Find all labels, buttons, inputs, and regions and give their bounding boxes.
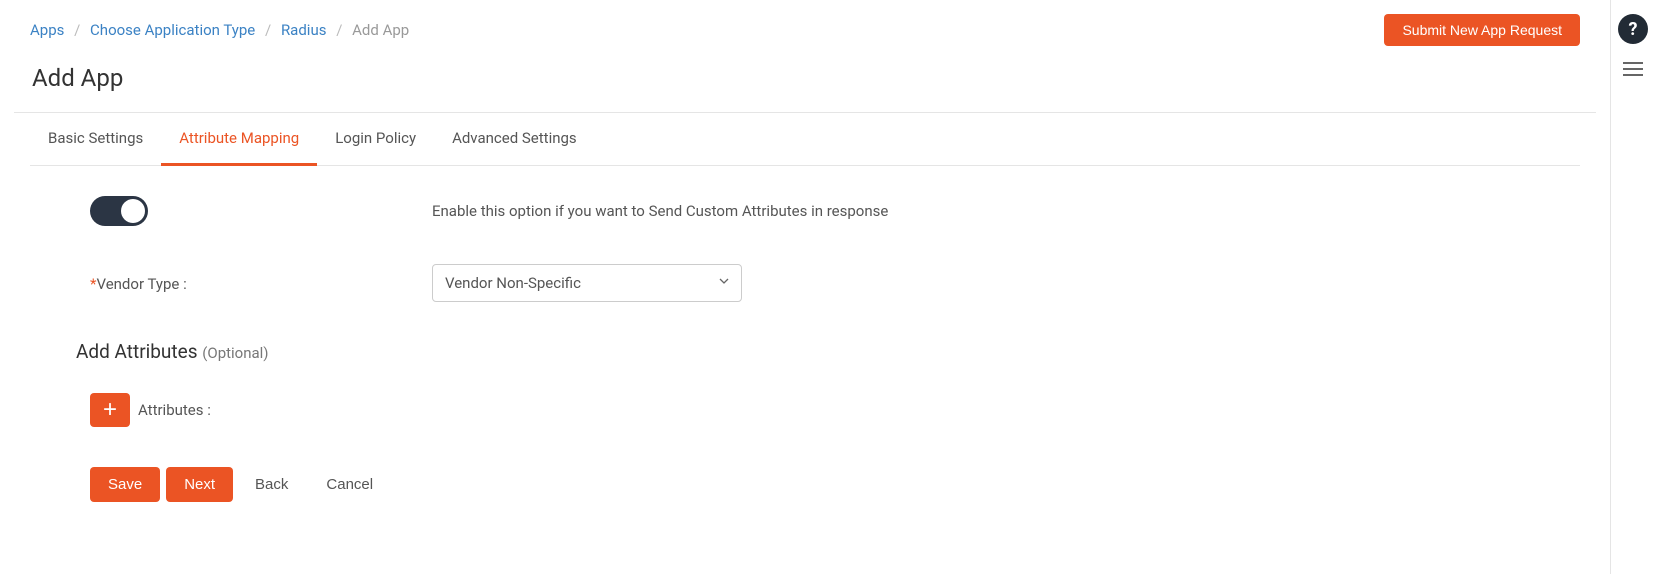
toggle-knob <box>121 199 145 223</box>
optional-text: (Optional) <box>202 344 268 362</box>
breadcrumb-sep: / <box>74 21 80 39</box>
back-button[interactable]: Back <box>239 467 304 502</box>
breadcrumb-link-choose-type[interactable]: Choose Application Type <box>90 21 255 39</box>
add-attributes-heading: Add Attributes (Optional) <box>76 340 1550 363</box>
tab-login-policy[interactable]: Login Policy <box>317 113 434 165</box>
next-button[interactable]: Next <box>166 467 233 502</box>
submit-new-app-request-button[interactable]: Submit New App Request <box>1384 14 1580 46</box>
save-button[interactable]: Save <box>90 467 160 502</box>
attributes-label: Attributes : <box>138 401 211 419</box>
vendor-type-label: *Vendor Type : <box>90 275 187 293</box>
breadcrumb-current: Add App <box>352 21 409 39</box>
breadcrumb: Apps / Choose Application Type / Radius … <box>30 21 409 39</box>
tab-advanced-settings[interactable]: Advanced Settings <box>434 113 595 165</box>
menu-icon[interactable] <box>1623 62 1643 76</box>
breadcrumb-sep: / <box>336 21 342 39</box>
vendor-type-select[interactable]: Vendor Non-Specific <box>432 264 742 302</box>
plus-icon: + <box>103 398 117 422</box>
add-attribute-button[interactable]: + <box>90 393 130 427</box>
breadcrumb-sep: / <box>265 21 271 39</box>
chevron-down-icon <box>719 278 729 288</box>
tab-basic-settings[interactable]: Basic Settings <box>30 113 161 165</box>
custom-attributes-toggle[interactable] <box>90 196 148 226</box>
cancel-button[interactable]: Cancel <box>310 467 389 502</box>
toggle-description: Enable this option if you want to Send C… <box>432 202 1550 220</box>
breadcrumb-link-apps[interactable]: Apps <box>30 21 64 39</box>
right-rail: ? <box>1610 0 1655 574</box>
page-title: Add App <box>14 46 1596 112</box>
help-icon[interactable]: ? <box>1618 14 1648 44</box>
breadcrumb-link-radius[interactable]: Radius <box>281 21 327 39</box>
tabs: Basic Settings Attribute Mapping Login P… <box>30 113 1580 166</box>
tab-attribute-mapping[interactable]: Attribute Mapping <box>161 113 317 166</box>
vendor-type-value: Vendor Non-Specific <box>445 274 581 292</box>
